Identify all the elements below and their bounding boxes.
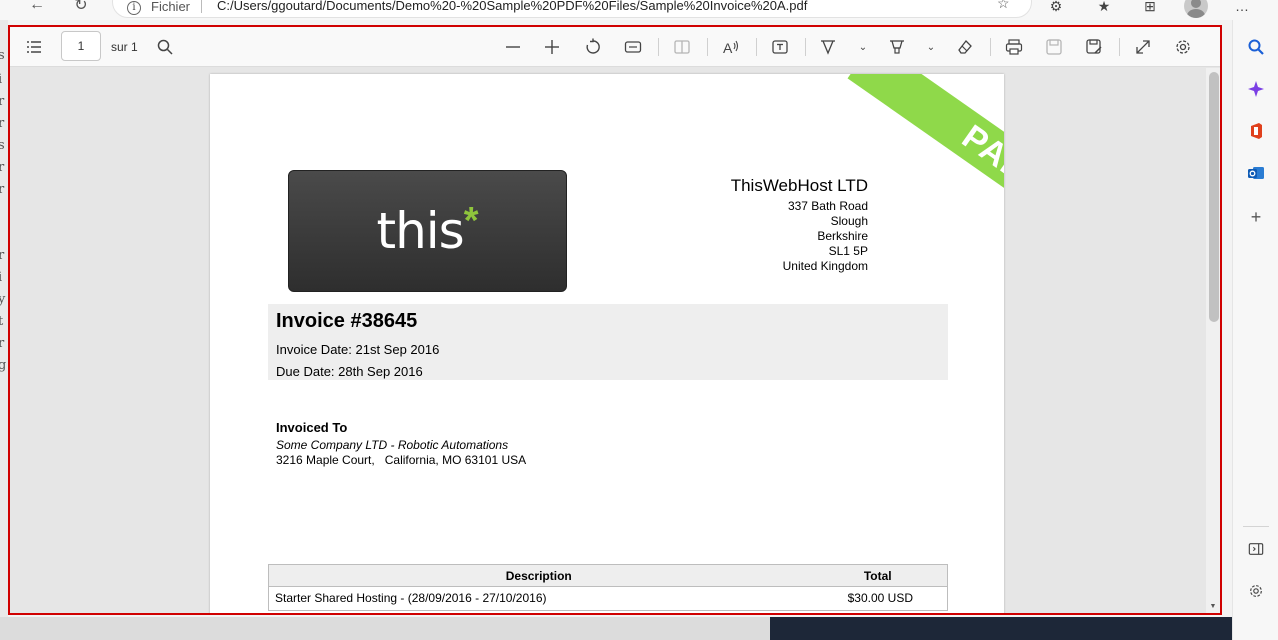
- add-icon[interactable]: +: [1245, 206, 1267, 228]
- sidebar-divider: [1243, 526, 1269, 527]
- table-row: Starter Shared Hosting - (28/09/2016 - 2…: [269, 587, 948, 611]
- invoice-header: Invoice #38645 Invoice Date: 21st Sep 20…: [268, 304, 948, 380]
- pdf-toolbar: 1 sur 1 A ⌄ ⌄: [10, 27, 1220, 67]
- due-date: Due Date: 28th Sep 2016: [276, 364, 423, 379]
- search-icon[interactable]: [153, 35, 177, 59]
- invoiced-to-block: Invoiced To Some Company LTD - Robotic A…: [276, 420, 526, 468]
- scroll-down-arrow[interactable]: ▼: [1208, 603, 1218, 611]
- browser-sidebar: +: [1232, 20, 1278, 640]
- collections-icon[interactable]: ⊞: [1140, 0, 1160, 16]
- address-bar[interactable]: i Fichier C:/Users/ggoutard/Documents/De…: [112, 0, 1032, 18]
- client-company: Some Company LTD - Robotic Automations: [276, 438, 509, 452]
- toolbar-divider: [658, 38, 659, 56]
- chevron-down-icon[interactable]: ⌄: [851, 35, 875, 59]
- highlight-icon[interactable]: [885, 35, 909, 59]
- logo-star: *: [463, 199, 479, 242]
- browser-top-bar: ← ↻ i Fichier C:/Users/ggoutard/Document…: [0, 0, 1278, 20]
- rotate-icon[interactable]: [581, 35, 605, 59]
- page-view-icon[interactable]: [670, 35, 694, 59]
- draw-icon[interactable]: [816, 35, 840, 59]
- divider: [201, 0, 202, 13]
- document-scroll-area[interactable]: PAID this * ThisWebHost LTD 337 Bath Road…: [10, 68, 1206, 613]
- arrow-left-icon[interactable]: ←: [26, 0, 48, 16]
- page-total-label: sur 1: [111, 40, 138, 54]
- scheme-label: Fichier: [151, 0, 191, 14]
- invoice-title: Invoice #38645: [276, 310, 418, 332]
- chevron-down-icon[interactable]: ⌄: [919, 35, 943, 59]
- svg-text:A: A: [723, 40, 733, 56]
- client-address: 3216 Maple Court, California, MO 63101 U…: [276, 453, 527, 467]
- outlook-icon[interactable]: [1245, 162, 1267, 184]
- item-total: $30.00 USD: [847, 591, 913, 605]
- company-address-line: SL1 5P: [828, 244, 868, 258]
- refresh-icon[interactable]: ↻: [70, 0, 92, 16]
- page-number-input[interactable]: 1: [61, 31, 101, 61]
- search-icon[interactable]: [1245, 36, 1267, 58]
- save-as-icon[interactable]: [1082, 35, 1106, 59]
- paid-stamp-text: PAID: [955, 117, 1004, 196]
- sidebar-toggle-icon[interactable]: [1245, 538, 1267, 560]
- profile-avatar[interactable]: [1184, 0, 1208, 18]
- read-aloud-icon[interactable]: A: [719, 35, 743, 59]
- item-description: Starter Shared Hosting - (28/09/2016 - 2…: [275, 591, 547, 605]
- company-address-block: ThisWebHost LTD 337 Bath Road Slough Ber…: [731, 176, 868, 274]
- extensions-icon[interactable]: ⚙: [1046, 0, 1066, 16]
- scrollbar-thumb[interactable]: [1209, 72, 1219, 322]
- vertical-scrollbar[interactable]: ▼: [1206, 68, 1220, 613]
- company-address-line: Berkshire: [817, 229, 868, 243]
- text-box-icon[interactable]: [768, 35, 792, 59]
- table-header-row: Description Total: [268, 564, 948, 587]
- zoom-in-icon[interactable]: [540, 35, 564, 59]
- company-address-line: Slough: [830, 214, 868, 228]
- settings-icon[interactable]: [1245, 580, 1267, 602]
- settings-icon[interactable]: [1171, 35, 1195, 59]
- total-header: Total: [808, 564, 948, 587]
- favorites-icon[interactable]: ★: [1094, 0, 1114, 16]
- info-icon[interactable]: i: [127, 1, 141, 15]
- toolbar-divider: [1119, 38, 1120, 56]
- toolbar-divider: [990, 38, 991, 56]
- favorites-add-icon[interactable]: ☆: [997, 0, 1015, 13]
- toolbar-divider: [707, 38, 708, 56]
- invoiced-to-heading: Invoiced To: [276, 420, 348, 435]
- company-address-line: United Kingdom: [782, 259, 868, 273]
- logo-text: this: [376, 202, 464, 260]
- toolbar-divider: [805, 38, 806, 56]
- company-name: ThisWebHost LTD: [730, 176, 868, 195]
- pdf-viewer: 1 sur 1 A ⌄ ⌄ PAID this * ThisWebHost LT…: [8, 25, 1222, 615]
- print-icon[interactable]: [1002, 35, 1026, 59]
- more-icon[interactable]: …: [1232, 0, 1252, 16]
- toolbar-divider: [756, 38, 757, 56]
- company-address-line: 337 Bath Road: [787, 199, 868, 213]
- desktop-background: [770, 617, 1232, 640]
- invoice-page: PAID this * ThisWebHost LTD 337 Bath Road…: [210, 74, 1004, 613]
- fit-width-icon[interactable]: [621, 35, 645, 59]
- paid-ribbon: PAID: [847, 74, 1004, 274]
- invoice-date: Invoice Date: 21st Sep 2016: [276, 342, 440, 357]
- fullscreen-icon[interactable]: [1131, 35, 1155, 59]
- description-header: Description: [268, 564, 809, 587]
- invoice-items-table: Description Total Starter Shared Hosting…: [268, 564, 948, 611]
- save-icon[interactable]: [1042, 35, 1066, 59]
- background-page-strip: sir rsr rri ytr g: [0, 20, 8, 640]
- company-logo: this *: [288, 170, 567, 292]
- office-icon[interactable]: [1245, 120, 1267, 142]
- url-text[interactable]: C:/Users/ggoutard/Documents/Demo%20-%20S…: [217, 0, 807, 13]
- eraser-icon[interactable]: [953, 35, 977, 59]
- zoom-out-icon[interactable]: [501, 35, 525, 59]
- copilot-icon[interactable]: [1245, 78, 1267, 100]
- table-of-contents-icon[interactable]: [22, 35, 46, 59]
